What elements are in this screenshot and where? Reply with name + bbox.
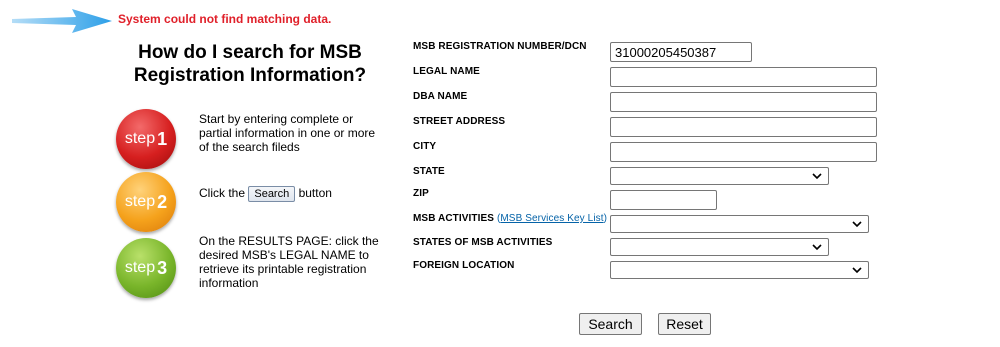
step-2-word: step xyxy=(124,193,156,210)
step-2-badge: step 2 xyxy=(116,172,176,232)
step-2-text-after: button xyxy=(298,186,332,201)
zip-label: ZIP xyxy=(413,188,429,199)
reset-button[interactable]: Reset xyxy=(658,313,711,335)
foreign-location-label: FOREIGN LOCATION xyxy=(413,260,515,271)
step-2-text-before: Click the xyxy=(199,186,246,201)
chevron-down-icon xyxy=(812,173,822,180)
key-list-paren-close: ) xyxy=(603,213,608,224)
reg-number-label: MSB REGISTRATION NUMBER/DCN xyxy=(413,41,587,52)
step-2-search-sample-button: Search xyxy=(248,186,296,202)
legal-name-input[interactable] xyxy=(610,67,877,87)
step-2-text: Click the Search button xyxy=(199,186,379,202)
msb-activities-label: MSB ACTIVITIES (MSB Services Key List) xyxy=(413,213,607,224)
chevron-down-icon xyxy=(852,221,862,228)
dba-name-input[interactable] xyxy=(610,92,877,112)
reg-number-input[interactable] xyxy=(610,42,752,62)
msb-activities-select[interactable] xyxy=(610,215,869,233)
page-title: How do I search for MSB Registration Inf… xyxy=(125,41,375,87)
step-1-number: 1 xyxy=(157,128,168,149)
step-3-text: On the RESULTS PAGE: click the desired M… xyxy=(199,234,379,290)
foreign-location-select[interactable] xyxy=(610,261,869,279)
state-label: STATE xyxy=(413,166,445,177)
chevron-down-icon xyxy=(852,267,862,274)
city-input[interactable] xyxy=(610,142,877,162)
states-of-activities-select[interactable] xyxy=(610,238,829,256)
step-1-word: step xyxy=(124,130,156,147)
states-of-activities-label: STATES OF MSB ACTIVITIES xyxy=(413,237,553,248)
state-select[interactable] xyxy=(610,167,829,185)
step-3-number: 3 xyxy=(157,257,168,278)
step-2-number: 2 xyxy=(157,191,168,212)
city-label: CITY xyxy=(413,141,437,152)
street-address-input[interactable] xyxy=(610,117,877,137)
chevron-down-icon xyxy=(812,244,822,251)
step-3-word: step xyxy=(124,259,156,276)
page-title-line-1: How do I search for MSB xyxy=(138,42,362,63)
step-1-text: Start by entering complete or partial in… xyxy=(199,112,376,154)
step-3-badge: step 3 xyxy=(116,238,176,298)
error-message: System could not find matching data. xyxy=(118,12,332,26)
dba-name-label: DBA NAME xyxy=(413,91,468,102)
msb-activities-label-text: MSB ACTIVITIES xyxy=(413,213,495,224)
page-title-line-2: Registration Information? xyxy=(133,65,367,86)
arrow-icon xyxy=(12,9,112,33)
search-button[interactable]: Search xyxy=(579,313,642,335)
msb-services-key-list-link[interactable]: MSB Services Key List xyxy=(500,213,603,224)
step-1-badge: step 1 xyxy=(116,109,176,169)
legal-name-label: LEGAL NAME xyxy=(413,66,480,77)
zip-input[interactable] xyxy=(610,190,717,210)
street-address-label: STREET ADDRESS xyxy=(413,116,506,127)
